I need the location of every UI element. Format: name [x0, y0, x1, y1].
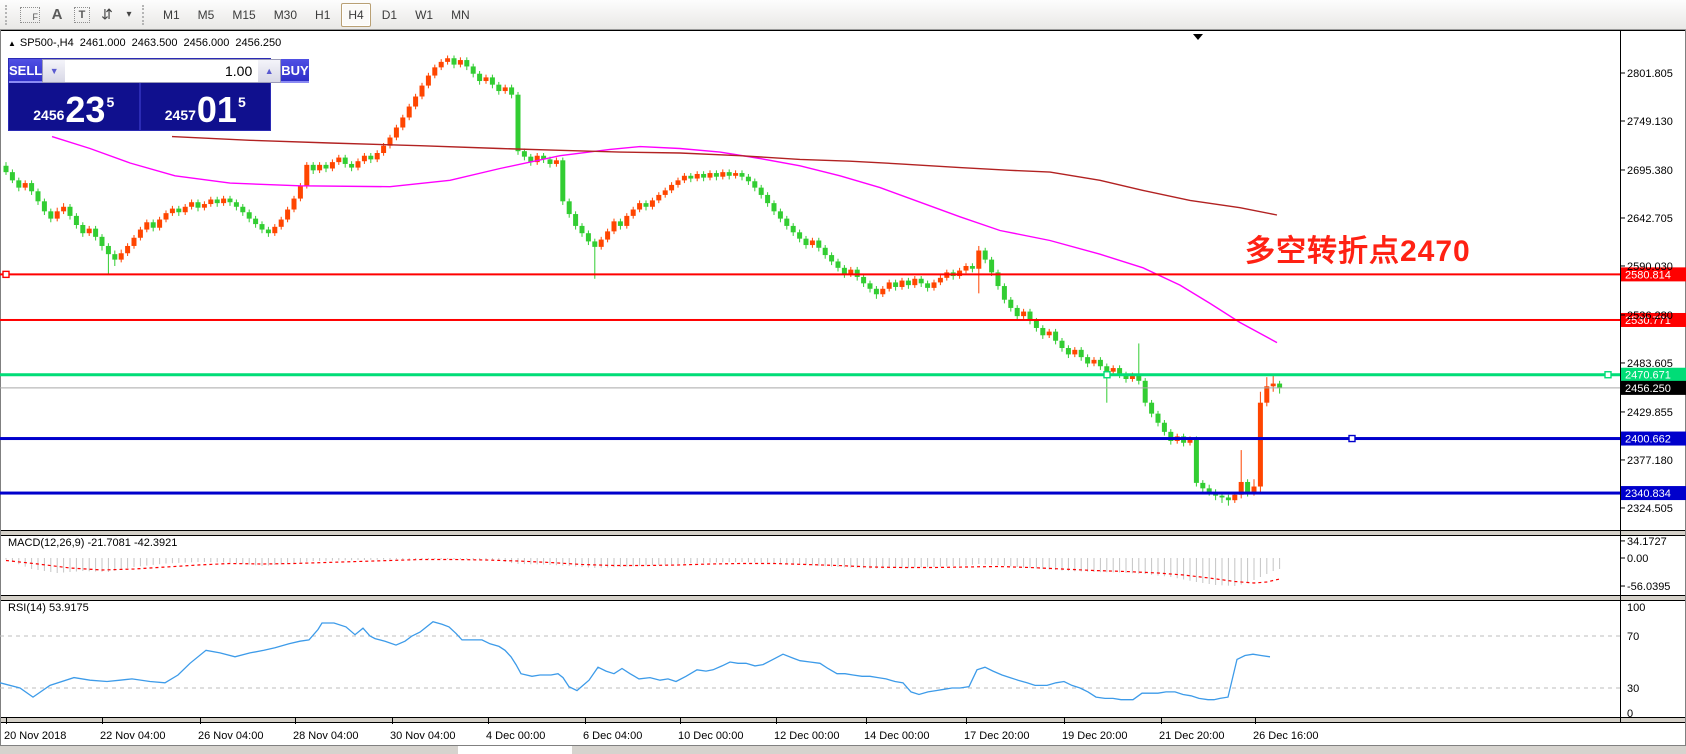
timeframe-h1-button[interactable]: H1 — [308, 3, 337, 27]
sell-price[interactable]: 2456 23 5 — [9, 83, 141, 130]
svg-text:2801.805: 2801.805 — [1627, 68, 1673, 80]
svg-text:2456.250: 2456.250 — [1625, 383, 1671, 395]
timeframe-m1-button[interactable]: M1 — [156, 3, 187, 27]
svg-text:2470.671: 2470.671 — [1625, 370, 1671, 382]
one-click-trade-panel: SELL ▼ ▲ BUY 2456 23 5 2457 01 5 — [8, 58, 271, 131]
svg-text:4 Dec 00:00: 4 Dec 00:00 — [486, 730, 545, 742]
svg-text:2429.855: 2429.855 — [1627, 407, 1673, 419]
timeframe-m5-button[interactable]: M5 — [191, 3, 222, 27]
svg-text:70: 70 — [1627, 631, 1639, 643]
volume-decrease-button[interactable]: ▼ — [43, 60, 65, 82]
svg-text:2324.505: 2324.505 — [1627, 503, 1673, 515]
svg-text:34.1727: 34.1727 — [1627, 536, 1667, 548]
toolbar-grip[interactable] — [142, 5, 149, 25]
svg-text:2749.130: 2749.130 — [1627, 116, 1673, 128]
svg-text:2695.380: 2695.380 — [1627, 165, 1673, 177]
chart-canvas[interactable]: 2580.8142530.7712470.6712400.6622340.834… — [0, 30, 1686, 753]
timeframe-w1-button[interactable]: W1 — [408, 3, 440, 27]
toolbar-grip[interactable] — [5, 5, 12, 25]
buy-price-sup: 5 — [238, 94, 246, 110]
text-tool-icon[interactable]: T — [74, 7, 90, 23]
sell-button[interactable]: SELL — [9, 59, 42, 83]
svg-text:2536.280: 2536.280 — [1627, 310, 1673, 322]
svg-text:0.00: 0.00 — [1627, 553, 1648, 565]
volume-spinner: ▼ ▲ — [42, 59, 281, 83]
buy-price-big: 01 — [197, 95, 237, 126]
svg-text:20 Nov 2018: 20 Nov 2018 — [4, 730, 66, 742]
svg-text:30: 30 — [1627, 683, 1639, 695]
toolbar: FAT ⇵ ▾ M1M5M15M30H1H4D1W1MN — [0, 0, 1686, 30]
fibo-grid-icon[interactable]: F — [20, 7, 40, 23]
sell-price-prefix: 2456 — [33, 107, 64, 123]
svg-text:2642.705: 2642.705 — [1627, 213, 1673, 225]
symbol-info: ▲ SP500-,H4 2461.000 2463.500 2456.000 2456.2… — [8, 37, 287, 49]
volume-increase-button[interactable]: ▲ — [258, 60, 280, 82]
timeframe-m30-button[interactable]: M30 — [267, 3, 304, 27]
sell-price-big: 23 — [65, 95, 105, 126]
svg-text:6 Dec 04:00: 6 Dec 04:00 — [583, 730, 642, 742]
chart-area: 2580.8142530.7712470.6712400.6622340.834… — [0, 30, 1686, 753]
svg-text:30 Nov 04:00: 30 Nov 04:00 — [390, 730, 455, 742]
svg-text:2590.030: 2590.030 — [1627, 261, 1673, 273]
timeframe-m15-button[interactable]: M15 — [225, 3, 262, 27]
chart-annotation: 多空转折点2470 — [1245, 226, 1471, 270]
ohlc-close: 2456.250 — [235, 37, 281, 49]
symbol-name: SP500-,H4 — [20, 37, 74, 49]
svg-text:19 Dec 20:00: 19 Dec 20:00 — [1062, 730, 1127, 742]
svg-text:2340.834: 2340.834 — [1625, 488, 1671, 500]
ohlc-low: 2456.000 — [184, 37, 230, 49]
svg-text:0: 0 — [1627, 708, 1633, 720]
volume-input[interactable] — [65, 60, 258, 82]
svg-text:2400.662: 2400.662 — [1625, 434, 1671, 446]
buy-price-prefix: 2457 — [165, 107, 196, 123]
svg-text:22 Nov 04:00: 22 Nov 04:00 — [100, 730, 165, 742]
svg-text:12 Dec 00:00: 12 Dec 00:00 — [774, 730, 839, 742]
sell-price-sup: 5 — [106, 94, 114, 110]
svg-text:28 Nov 04:00: 28 Nov 04:00 — [293, 730, 358, 742]
svg-text:14 Dec 00:00: 14 Dec 00:00 — [864, 730, 929, 742]
ohlc-high: 2463.500 — [132, 37, 178, 49]
svg-text:-56.0395: -56.0395 — [1627, 581, 1670, 593]
timeframe-d1-button[interactable]: D1 — [375, 3, 404, 27]
buy-price[interactable]: 2457 01 5 — [141, 83, 271, 130]
svg-text:2483.605: 2483.605 — [1627, 358, 1673, 370]
macd-indicator-label: MACD(12,26,9) -21.7081 -42.3921 — [8, 537, 177, 549]
arrows-tool-icon[interactable]: ⇵ — [96, 4, 118, 26]
label-a-icon[interactable]: A — [46, 4, 68, 26]
svg-text:2377.180: 2377.180 — [1627, 455, 1673, 467]
svg-text:26 Dec 16:00: 26 Dec 16:00 — [1253, 730, 1318, 742]
svg-text:17 Dec 20:00: 17 Dec 20:00 — [964, 730, 1029, 742]
symbol-triangle-icon: ▲ — [8, 39, 16, 48]
rsi-indicator-label: RSI(14) 53.9175 — [8, 602, 89, 614]
buy-button[interactable]: BUY — [281, 59, 308, 83]
svg-text:26 Nov 04:00: 26 Nov 04:00 — [198, 730, 263, 742]
svg-text:10 Dec 00:00: 10 Dec 00:00 — [678, 730, 743, 742]
dropdown-caret-icon[interactable]: ▾ — [124, 4, 134, 26]
svg-text:100: 100 — [1627, 602, 1645, 614]
timeframe-mn-button[interactable]: MN — [444, 3, 477, 27]
timeframe-h4-button[interactable]: H4 — [341, 3, 370, 27]
ohlc-open: 2461.000 — [80, 37, 126, 49]
svg-text:21 Dec 20:00: 21 Dec 20:00 — [1159, 730, 1224, 742]
